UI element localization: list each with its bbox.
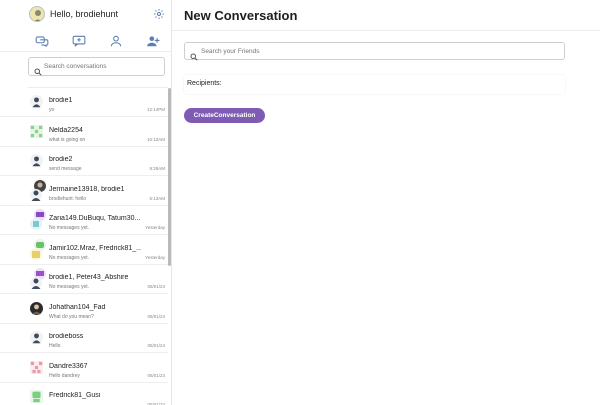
conversation-item[interactable]: Jamir102.Mraz, Fredrick81_.... No message… (0, 236, 168, 265)
conversation-timestamp: 05/01/24 (147, 343, 165, 348)
conversation-name: Jamir102.Mraz, Fredrick81_.... (49, 244, 141, 252)
conversation-name: Fredrick81_Gusi (49, 392, 101, 399)
search-icon (190, 48, 198, 61)
create-conversation-button[interactable]: CreateConversation (184, 108, 265, 123)
conversation-timestamp: Yesterday (145, 254, 165, 260)
conversation-timestamp: 12:14PM (146, 107, 165, 112)
conversation-item[interactable]: brodie1, Peter43_Abshire No messages yet.… (0, 265, 168, 294)
conversation-item[interactable]: Jermaine13918, brodie1 brodiehunt: hello 5… (0, 177, 168, 206)
avatar-icon (30, 360, 43, 374)
friend-search-input[interactable] (201, 45, 561, 58)
add-user-icon[interactable] (146, 34, 160, 47)
main-panel: New Conversation Recipients: CreateConve… (172, 0, 600, 405)
friend-search (184, 42, 565, 61)
recipients-box[interactable]: Recipients: (184, 75, 565, 94)
conversation-name: Zaria149.DuBuqu, Tatum30.... (49, 215, 141, 222)
avatar-icon (30, 124, 43, 138)
search-icon (34, 63, 42, 76)
conversation-item[interactable]: Zaria149.DuBuqu, Tatum30.... No messages … (0, 206, 168, 235)
group-avatar (30, 179, 46, 202)
conversation-last-message: No messages yet. (49, 225, 90, 231)
user-greeting: Hello, brodiehunt (50, 9, 119, 19)
conversation-item[interactable]: brodie1 yo 12:14PM (0, 88, 168, 117)
conversation-last-message: Hello (49, 343, 61, 349)
conversation-name: Dandre3367 (49, 362, 88, 370)
conversation-search-input[interactable] (44, 60, 162, 73)
chats-icon[interactable] (35, 34, 49, 48)
conversation-name: brodie2 (49, 156, 73, 163)
sidebar-scrollbar[interactable] (168, 88, 171, 266)
conversation-timestamp: 10:13AM (146, 136, 165, 142)
conversation-timestamp: 5:13AM (149, 195, 165, 201)
header-divider (172, 30, 600, 31)
gear-icon[interactable] (153, 7, 165, 19)
conversation-name: brodie1, Peter43_Abshire (49, 274, 129, 281)
conversation-last-message: Hello dandrey (49, 372, 80, 379)
default-avatar-icon (30, 331, 43, 344)
conversation-item[interactable]: Dandre3367 Hello dandrey 05/01/24 (0, 354, 168, 383)
conversation-item[interactable]: brodieboss Hello 05/01/24 (0, 324, 168, 353)
user-icon[interactable] (109, 34, 123, 47)
conversation-timestamp: 9:28AM (149, 166, 165, 171)
conversation-search (28, 57, 165, 76)
conversation-timestamp: 05/01/24 (147, 313, 165, 319)
conversation-timestamp: 05/01/24 (147, 372, 165, 378)
sidebar-tabs (0, 30, 172, 52)
group-avatar (30, 238, 46, 261)
conversation-last-message: send message (49, 166, 82, 172)
conversation-last-message: No messages yet. (49, 284, 90, 290)
conversation-timestamp: 05/01/24 (147, 284, 165, 289)
conversation-name: brodieboss (49, 333, 84, 340)
conversation-name: Jermaine13918, brodie1 (49, 185, 125, 193)
conversation-name: brodie1 (49, 97, 73, 104)
conversation-item[interactable]: Fredrick81_Gusi 05/01/24 (0, 383, 168, 405)
group-avatar (30, 209, 46, 231)
conversation-last-message: What do you mean? (49, 313, 94, 320)
conversation-item[interactable]: Nelda2254 what is going on 10:13AM (0, 118, 168, 147)
conversation-timestamp: Yesterday (145, 225, 165, 230)
group-avatar (30, 268, 46, 290)
sidebar-header: Hello, brodiehunt (0, 0, 172, 30)
page-title: New Conversation (184, 8, 298, 23)
conversation-item[interactable]: Johathan104_Fad What do you mean? 05/01/24 (0, 295, 168, 324)
conversation-last-message: yo (49, 107, 55, 113)
default-avatar-icon (30, 154, 43, 167)
conversation-name: Johathan104_Fad (49, 303, 106, 311)
conversation-last-message: brodiehunt: hello (49, 195, 86, 202)
avatar (30, 301, 43, 315)
avatar-icon (30, 390, 43, 403)
conversation-item[interactable]: brodie2 send message 9:28AM (0, 147, 168, 176)
conversation-list: brodie1 yo 12:14PM Nelda2254 what is going o… (0, 88, 172, 405)
conversation-last-message: what is going on (49, 136, 86, 143)
user-avatar[interactable] (29, 6, 45, 22)
default-avatar-icon (30, 95, 43, 108)
conversation-last-message: No messages yet. (49, 254, 90, 261)
message-icon[interactable] (72, 34, 86, 47)
conversation-name: Nelda2254 (49, 126, 83, 134)
sidebar: Hello, brodiehunt Search conversations b… (0, 0, 172, 405)
recipients-label: Recipients: (187, 80, 222, 87)
